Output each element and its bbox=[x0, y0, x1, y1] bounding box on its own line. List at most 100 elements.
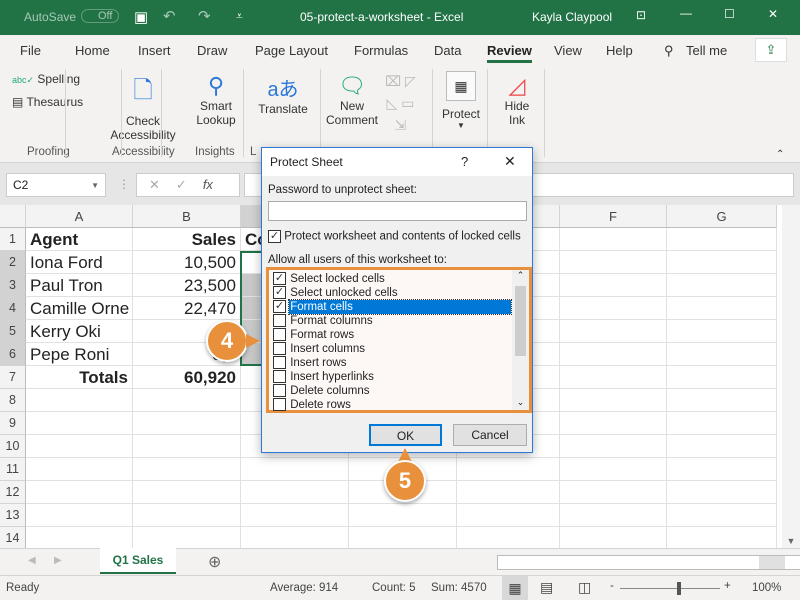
permission-item[interactable]: Format columns bbox=[273, 314, 374, 328]
cell[interactable] bbox=[667, 274, 777, 297]
collapse-ribbon-icon[interactable]: ⌃ bbox=[776, 149, 784, 160]
cell[interactable] bbox=[26, 412, 133, 435]
cell[interactable] bbox=[667, 251, 777, 274]
cell[interactable] bbox=[26, 458, 133, 481]
cell[interactable] bbox=[560, 274, 667, 297]
checkbox[interactable] bbox=[273, 342, 286, 356]
cell[interactable] bbox=[26, 504, 133, 527]
enter-icon[interactable]: ✓ bbox=[176, 177, 203, 192]
cell[interactable] bbox=[241, 458, 349, 481]
cell[interactable] bbox=[133, 458, 241, 481]
row-header[interactable]: 9 bbox=[0, 412, 26, 435]
cell[interactable] bbox=[667, 412, 777, 435]
scroll-up-icon[interactable]: ⌃ bbox=[512, 270, 529, 284]
cell[interactable] bbox=[241, 504, 349, 527]
cell[interactable]: 22,470 bbox=[133, 297, 241, 320]
permission-item[interactable]: Delete columns bbox=[273, 384, 370, 398]
tab-help[interactable]: Help bbox=[606, 43, 633, 58]
password-input[interactable] bbox=[268, 201, 527, 221]
tab-formulas[interactable]: Formulas bbox=[354, 43, 408, 58]
permission-item[interactable]: ✓ Select locked cells bbox=[273, 272, 386, 286]
cell[interactable] bbox=[457, 481, 560, 504]
cell[interactable]: Camille Orne bbox=[26, 297, 133, 320]
row-header[interactable]: 7 bbox=[0, 366, 26, 389]
cell[interactable] bbox=[560, 481, 667, 504]
row-header[interactable]: 1 bbox=[0, 228, 26, 251]
cell[interactable] bbox=[667, 389, 777, 412]
translate-button[interactable]: aあ Translate bbox=[254, 73, 312, 116]
cell[interactable]: Kerry Oki bbox=[26, 320, 133, 343]
customize-qat-icon[interactable]: ⩡ bbox=[236, 9, 243, 24]
cell[interactable] bbox=[241, 481, 349, 504]
cell[interactable] bbox=[560, 228, 667, 251]
cell[interactable] bbox=[560, 251, 667, 274]
scroll-down-icon[interactable]: ⌄ bbox=[512, 397, 529, 408]
next-sheet-icon[interactable]: ▶ bbox=[54, 555, 62, 566]
permission-item[interactable]: Insert hyperlinks bbox=[273, 370, 375, 384]
cell[interactable] bbox=[667, 320, 777, 343]
user-name[interactable]: Kayla Claypool bbox=[532, 10, 612, 24]
save-icon[interactable]: ▣ bbox=[134, 8, 148, 26]
minimize-icon[interactable]: — bbox=[680, 6, 692, 20]
cell[interactable] bbox=[560, 435, 667, 458]
cell[interactable] bbox=[667, 343, 777, 366]
page-break-view-icon[interactable]: ◫ bbox=[578, 579, 591, 596]
close-icon[interactable]: ✕ bbox=[768, 7, 778, 21]
zoom-level[interactable]: 100% bbox=[752, 582, 781, 594]
checkbox[interactable]: ✓ bbox=[273, 272, 286, 286]
cancel-icon[interactable]: ✕ bbox=[149, 177, 176, 192]
cell[interactable]: Pepe Roni bbox=[26, 343, 133, 366]
row-header[interactable]: 4 bbox=[0, 297, 26, 320]
row-header[interactable]: 11 bbox=[0, 458, 26, 481]
row-header[interactable]: 6 bbox=[0, 343, 26, 366]
cancel-button[interactable]: Cancel bbox=[453, 424, 527, 446]
share-button[interactable]: ⇪ bbox=[755, 38, 787, 62]
cell[interactable] bbox=[133, 481, 241, 504]
list-scrollbar[interactable]: ⌃ ⌄ bbox=[512, 270, 529, 410]
new-comment-button[interactable]: 🗨 New Comment bbox=[322, 73, 382, 127]
cell[interactable]: 23,500 bbox=[133, 274, 241, 297]
page-layout-view-icon[interactable]: ▤ bbox=[540, 579, 553, 596]
add-sheet-icon[interactable]: ⊕ bbox=[208, 552, 221, 572]
thesaurus-button[interactable]: ▤ Thesaurus bbox=[12, 95, 83, 109]
permission-item[interactable]: Format rows bbox=[273, 328, 355, 342]
smart-lookup-button[interactable]: ⚲ Smart Lookup bbox=[193, 73, 239, 127]
check-accessibility-button[interactable]: 🗋 Check Accessibility bbox=[108, 73, 178, 142]
tab-view[interactable]: View bbox=[554, 43, 582, 58]
cell[interactable]: Sales bbox=[133, 228, 241, 251]
cell[interactable] bbox=[560, 320, 667, 343]
column-header[interactable]: G bbox=[667, 205, 777, 228]
cell[interactable] bbox=[26, 435, 133, 458]
cell[interactable] bbox=[667, 504, 777, 527]
ok-button[interactable]: OK bbox=[369, 424, 442, 446]
scroll-thumb[interactable] bbox=[515, 286, 526, 356]
cell[interactable] bbox=[560, 366, 667, 389]
protect-contents-checkbox[interactable]: ✓ Protect worksheet and contents of lock… bbox=[268, 230, 521, 243]
cell[interactable] bbox=[560, 412, 667, 435]
row-header[interactable]: 3 bbox=[0, 274, 26, 297]
checkbox[interactable] bbox=[273, 370, 286, 384]
row-header[interactable]: 14 bbox=[0, 527, 26, 550]
checkbox[interactable]: ✓ bbox=[273, 286, 286, 300]
ribbon-display-icon[interactable]: ⊡ bbox=[636, 8, 646, 22]
cell[interactable] bbox=[560, 297, 667, 320]
cell[interactable]: 60,920 bbox=[133, 366, 241, 389]
tab-insert[interactable]: Insert bbox=[138, 43, 171, 58]
row-header[interactable]: 10 bbox=[0, 435, 26, 458]
maximize-icon[interactable]: ☐ bbox=[724, 7, 735, 21]
cell[interactable] bbox=[133, 389, 241, 412]
checkbox[interactable] bbox=[273, 328, 286, 342]
redo-icon[interactable]: ↷ bbox=[198, 7, 211, 25]
cell[interactable] bbox=[667, 366, 777, 389]
checkbox[interactable]: ✓ bbox=[268, 230, 281, 243]
row-header[interactable]: 12 bbox=[0, 481, 26, 504]
vertical-scrollbar[interactable]: ▼ bbox=[782, 205, 800, 548]
zoom-in-icon[interactable]: + bbox=[724, 580, 731, 592]
name-box[interactable]: C2 ▼ bbox=[6, 173, 106, 197]
permission-item[interactable]: Delete rows bbox=[273, 398, 352, 412]
cell[interactable] bbox=[667, 458, 777, 481]
zoom-out-icon[interactable]: - bbox=[610, 580, 614, 592]
tab-file[interactable]: File bbox=[20, 43, 41, 58]
select-all[interactable] bbox=[0, 205, 26, 228]
cell[interactable] bbox=[349, 504, 457, 527]
